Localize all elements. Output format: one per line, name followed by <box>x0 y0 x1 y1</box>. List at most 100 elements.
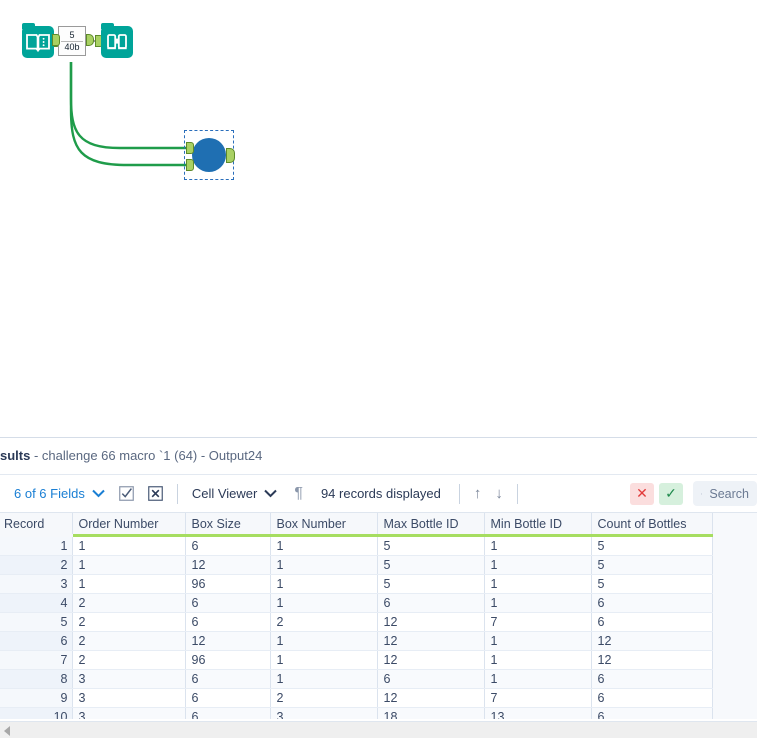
table-cell[interactable]: 1 <box>484 535 592 556</box>
column-header-order-number[interactable]: Order Number <box>72 513 186 537</box>
column-header-box-size[interactable]: Box Size <box>185 513 271 537</box>
record-number-cell[interactable]: 1 <box>0 535 73 556</box>
horizontal-scrollbar[interactable] <box>0 721 757 738</box>
circle-input-port-2[interactable] <box>186 159 194 171</box>
table-cell[interactable]: 5 <box>591 574 713 594</box>
results-grid-container[interactable]: Record Order Number Box Size Box Number Max … <box>0 513 757 719</box>
confirm-button[interactable]: ✓ <box>659 482 683 505</box>
macro-output-port[interactable] <box>86 34 94 46</box>
table-cell[interactable]: 7 <box>484 688 592 708</box>
table-cell[interactable]: 1 <box>484 555 592 575</box>
table-cell[interactable]: 6 <box>591 593 713 613</box>
table-cell[interactable]: 5 <box>377 555 485 575</box>
column-header-max-bottle-id[interactable]: Max Bottle ID <box>377 513 485 537</box>
table-cell[interactable]: 1 <box>270 650 378 670</box>
workflow-canvas[interactable]: 5 40b <box>0 0 757 437</box>
circle-node[interactable] <box>192 138 226 172</box>
table-cell[interactable]: 6 <box>591 707 713 719</box>
table-row[interactable]: 3 1 96 1 5 1 5 <box>0 574 713 594</box>
table-cell[interactable]: 6 <box>185 593 271 613</box>
table-cell[interactable]: 1 <box>270 574 378 594</box>
table-cell[interactable]: 1 <box>484 650 592 670</box>
table-cell[interactable]: 6 <box>377 669 485 689</box>
table-cell[interactable]: 3 <box>72 707 186 719</box>
column-header-count-of-bottles[interactable]: Count of Bottles <box>591 513 713 537</box>
table-cell[interactable]: 18 <box>377 707 485 719</box>
macro-input-port[interactable] <box>52 34 60 46</box>
table-cell[interactable]: 3 <box>72 669 186 689</box>
select-all-fields-button[interactable] <box>118 486 134 501</box>
table-cell[interactable]: 96 <box>185 650 271 670</box>
table-cell[interactable]: 1 <box>484 669 592 689</box>
table-cell[interactable]: 6 <box>185 612 271 632</box>
record-number-cell[interactable]: 6 <box>0 631 73 651</box>
table-row[interactable]: 1161515 <box>0 535 713 556</box>
table-cell[interactable]: 6 <box>185 669 271 689</box>
table-cell[interactable]: 1 <box>270 555 378 575</box>
deselect-all-fields-button[interactable] <box>147 486 163 501</box>
table-cell[interactable]: 96 <box>185 574 271 594</box>
table-cell[interactable]: 13 <box>484 707 592 719</box>
table-cell[interactable]: 6 <box>377 593 485 613</box>
arrow-down-icon[interactable]: ↓ <box>495 485 503 502</box>
table-cell[interactable]: 5 <box>377 574 485 594</box>
record-number-cell[interactable]: 10 <box>0 707 73 719</box>
table-cell[interactable]: 12 <box>591 631 713 651</box>
column-header-record[interactable]: Record <box>0 513 73 537</box>
table-cell[interactable]: 6 <box>185 707 271 719</box>
macro-tool-node[interactable]: 5 40b <box>58 26 86 56</box>
table-cell[interactable]: 6 <box>185 535 271 556</box>
table-cell[interactable]: 3 <box>72 688 186 708</box>
table-cell[interactable]: 7 <box>484 612 592 632</box>
table-cell[interactable]: 1 <box>72 535 186 556</box>
table-cell[interactable]: 5 <box>591 535 713 556</box>
table-cell[interactable]: 1 <box>484 631 592 651</box>
pilcrow-icon[interactable]: ¶ <box>294 485 303 503</box>
table-cell[interactable]: 1 <box>72 574 186 594</box>
table-cell[interactable]: 6 <box>185 688 271 708</box>
table-cell[interactable]: 1 <box>484 574 592 594</box>
table-cell[interactable]: 12 <box>377 688 485 708</box>
table-cell[interactable]: 12 <box>377 631 485 651</box>
table-cell[interactable]: 12 <box>377 612 485 632</box>
table-row[interactable]: 9 3 6 2 12 7 6 <box>0 688 713 708</box>
table-cell[interactable]: 2 <box>72 631 186 651</box>
table-cell[interactable]: 5 <box>591 555 713 575</box>
table-cell[interactable]: 12 <box>591 650 713 670</box>
cancel-button[interactable]: ✕ <box>630 482 654 505</box>
table-cell[interactable]: 6 <box>591 688 713 708</box>
table-cell[interactable]: 12 <box>185 631 271 651</box>
table-cell[interactable]: 1 <box>270 535 378 556</box>
table-cell[interactable]: 1 <box>484 593 592 613</box>
table-cell[interactable]: 1 <box>270 631 378 651</box>
table-row[interactable]: 6 2 12 1 12 1 12 <box>0 631 713 651</box>
table-cell[interactable]: 1 <box>270 669 378 689</box>
table-cell[interactable]: 6 <box>591 669 713 689</box>
record-number-cell[interactable]: 3 <box>0 574 73 594</box>
table-row[interactable]: 10 3 6 3 18 13 6 <box>0 707 713 719</box>
table-cell[interactable]: 1 <box>72 555 186 575</box>
book-icon[interactable] <box>22 23 54 58</box>
table-cell[interactable]: 2 <box>72 650 186 670</box>
record-number-cell[interactable]: 5 <box>0 612 73 632</box>
table-cell[interactable]: 3 <box>270 707 378 719</box>
table-row[interactable]: 7 2 96 1 12 1 12 <box>0 650 713 670</box>
table-cell[interactable]: 1 <box>270 593 378 613</box>
table-cell[interactable]: 12 <box>185 555 271 575</box>
fields-dropdown[interactable]: 6 of 6 Fields <box>14 486 105 501</box>
search-input[interactable]: Search <box>693 481 757 506</box>
table-cell[interactable]: 6 <box>591 612 713 632</box>
table-row[interactable]: 8361616 <box>0 669 713 689</box>
column-header-min-bottle-id[interactable]: Min Bottle ID <box>484 513 592 537</box>
record-number-cell[interactable]: 4 <box>0 593 73 613</box>
record-number-cell[interactable]: 7 <box>0 650 73 670</box>
table-row[interactable]: 5 2 6 2 12 7 6 <box>0 612 713 632</box>
table-cell[interactable]: 12 <box>377 650 485 670</box>
binoculars-icon[interactable] <box>101 23 133 58</box>
record-number-cell[interactable]: 2 <box>0 555 73 575</box>
circle-input-port-1[interactable] <box>186 142 194 154</box>
record-number-cell[interactable]: 8 <box>0 669 73 689</box>
record-number-cell[interactable]: 9 <box>0 688 73 708</box>
table-row[interactable]: 4261616 <box>0 593 713 613</box>
table-cell[interactable]: 5 <box>377 535 485 556</box>
